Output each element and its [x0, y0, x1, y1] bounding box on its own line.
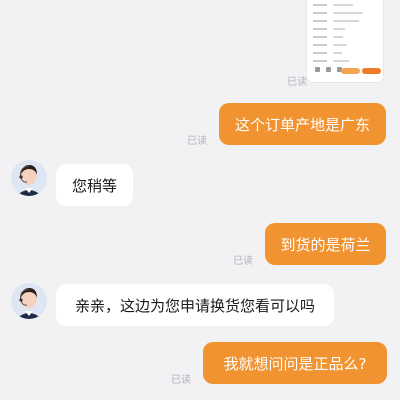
message-bubble-incoming[interactable]: 您稍等	[56, 164, 133, 206]
message-bubble-outgoing[interactable]: 这个订单产地是广东	[219, 103, 386, 145]
message-bubble-outgoing[interactable]: 到货的是荷兰	[265, 223, 386, 265]
agent-avatar-icon[interactable]	[11, 160, 47, 196]
read-status-label: 已读	[233, 256, 253, 267]
screenshot-action-icons	[315, 67, 342, 72]
message-bubble-outgoing[interactable]: 我就想问问是正品么?	[203, 342, 387, 384]
order-screenshot-thumbnail[interactable]	[307, 0, 383, 82]
message-bubble-incoming[interactable]: 亲亲，这边为您申请换货您看可以吗	[56, 284, 334, 326]
agent-avatar-icon[interactable]	[11, 283, 47, 319]
read-status-label: 已读	[287, 77, 307, 88]
screenshot-buttons	[341, 68, 381, 74]
chat-thread: 已读 已读 这个订单产地是广东 您稍等 已读 到货的是荷兰 亲亲，这边为您申请换…	[0, 0, 400, 400]
read-status-label: 已读	[187, 136, 207, 147]
screenshot-detail-rows	[313, 2, 377, 66]
read-status-label: 已读	[171, 375, 191, 386]
